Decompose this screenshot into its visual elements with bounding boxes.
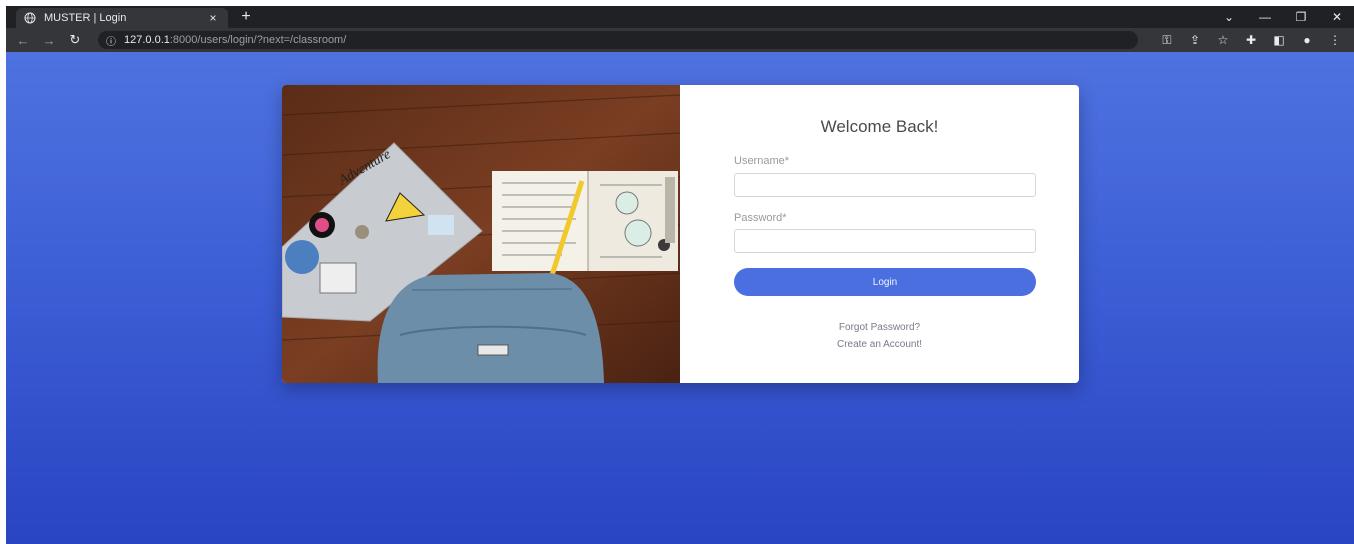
forgot-password-link[interactable]: Forgot Password? [680, 322, 1079, 333]
url-path: :8000/users/login/?next=/classroom/ [169, 34, 347, 46]
browser-titlebar: MUSTER | Login × + ⌄ — ❐ ✕ [6, 6, 1354, 28]
url-host: 127.0.0.1 [124, 34, 170, 46]
address-bar[interactable]: ⓘ 127.0.0.1 :8000/users/login/?next=/cla… [98, 31, 1138, 49]
window-controls: ⌄ — ❐ ✕ [1222, 6, 1344, 28]
info-icon[interactable]: ⓘ [106, 33, 116, 48]
minimize-icon[interactable]: — [1258, 10, 1272, 24]
browser-toolbar: ← → ↻ ⓘ 127.0.0.1 :8000/users/login/?nex… [6, 28, 1354, 52]
desk-photo: Adventure [282, 85, 680, 383]
password-label: Password* [734, 212, 787, 224]
login-card: Adventure Welcome Back! Username* Passwo… [282, 85, 1079, 383]
toolbar-actions: ⚿ ⇪ ☆ ✚ ◧ ● ⋮ [1160, 28, 1342, 52]
welcome-heading: Welcome Back! [820, 117, 939, 136]
forward-icon[interactable]: → [40, 33, 58, 48]
restore-icon[interactable]: ❐ [1294, 10, 1308, 24]
username-label: Username* [734, 155, 790, 167]
close-window-icon[interactable]: ✕ [1330, 10, 1344, 24]
globe-icon [24, 12, 36, 24]
browser-tab[interactable]: MUSTER | Login × [16, 8, 228, 28]
extensions-icon[interactable]: ✚ [1244, 33, 1258, 47]
new-tab-icon[interactable]: + [238, 8, 254, 26]
key-icon[interactable]: ⚿ [1160, 33, 1174, 48]
login-form: Welcome Back! Username* Password* Login … [680, 85, 1079, 383]
tab-search-icon[interactable]: ⌄ [1222, 10, 1236, 24]
tab-title: MUSTER | Login [44, 12, 127, 24]
reload-icon[interactable]: ↻ [66, 32, 84, 48]
star-icon[interactable]: ☆ [1216, 33, 1230, 47]
sidepanel-icon[interactable]: ◧ [1272, 33, 1286, 47]
login-button[interactable]: Login [734, 268, 1036, 296]
profile-icon[interactable]: ● [1300, 33, 1314, 47]
page-viewport: Adventure Welcome Back! Username* Passwo… [6, 52, 1354, 544]
password-input[interactable] [734, 229, 1036, 253]
menu-icon[interactable]: ⋮ [1328, 33, 1342, 47]
username-input[interactable] [734, 173, 1036, 197]
backpack-illustration [377, 273, 604, 383]
create-account-link[interactable]: Create an Account! [680, 339, 1079, 350]
back-icon[interactable]: ← [14, 33, 32, 48]
share-icon[interactable]: ⇪ [1188, 33, 1202, 47]
notebook-illustration [492, 171, 678, 276]
tab-close-icon[interactable]: × [206, 11, 220, 25]
